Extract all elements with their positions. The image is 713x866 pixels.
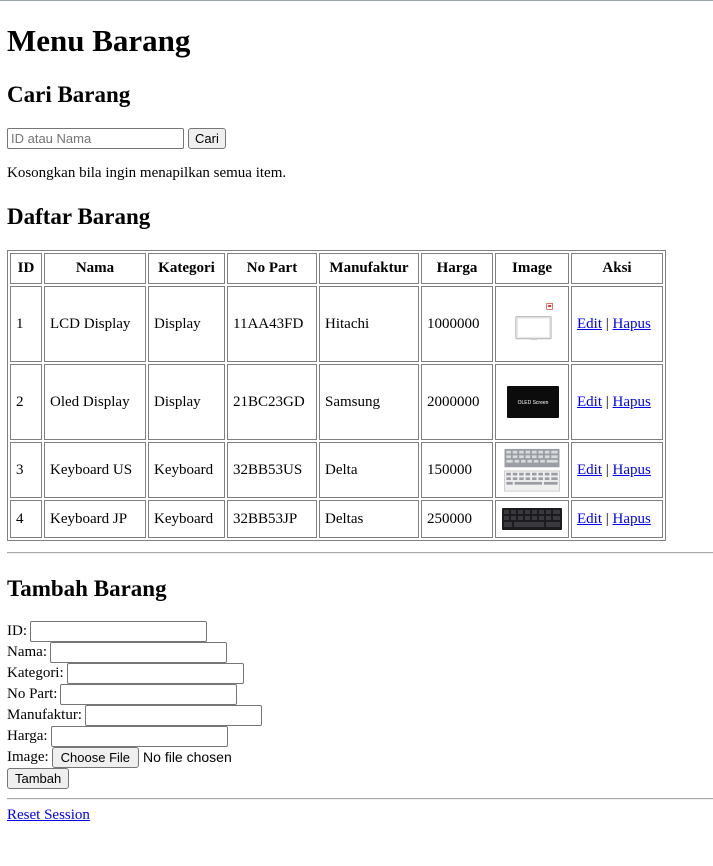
no-part-input[interactable] — [60, 684, 238, 705]
divider — [7, 552, 713, 554]
form-field-harga: Harga: — [7, 726, 228, 747]
cell-image — [495, 500, 569, 538]
field-label: Nama: — [7, 644, 47, 660]
field-label: No Part: — [7, 686, 58, 702]
col-nama: Nama — [44, 253, 146, 284]
col-manufaktur: Manufaktur — [319, 253, 419, 284]
keyboard-icon — [504, 448, 560, 492]
cell-harga: 250000 — [421, 500, 493, 538]
cell-harga: 150000 — [421, 442, 493, 498]
oled-screen-label: OLED Screen — [518, 400, 549, 406]
cell-id: 4 — [10, 500, 42, 538]
action-separator: | — [605, 315, 609, 332]
table-row: 1 LCD Display Display 11AA43FD Hitachi 1… — [10, 286, 663, 362]
edit-link[interactable]: Edit — [577, 462, 602, 478]
col-id: ID — [10, 253, 42, 284]
form-field-id: ID: — [7, 621, 207, 642]
cell-manufaktur: Hitachi — [319, 286, 419, 362]
delete-link[interactable]: Hapus — [613, 394, 651, 410]
field-label: Kategori: — [7, 665, 64, 681]
cell-manufaktur: Delta — [319, 442, 419, 498]
cell-nama: Keyboard US — [44, 442, 146, 498]
items-table: ID Nama Kategori No Part Manufaktur Harg… — [7, 250, 666, 541]
cell-no-part: 21BC23GD — [227, 364, 317, 440]
id-input[interactable] — [30, 621, 207, 642]
add-form-heading: Tambah Barang — [7, 576, 167, 601]
oled-screen-icon: OLED Screen — [507, 386, 559, 418]
cell-aksi: Edit | Hapus — [571, 442, 663, 498]
lcd-panel-icon — [515, 303, 553, 341]
file-status: No file chosen — [143, 749, 232, 765]
cell-harga: 2000000 — [421, 364, 493, 440]
edit-link[interactable]: Edit — [577, 394, 602, 410]
reset-session-link[interactable]: Reset Session — [7, 807, 90, 824]
table-header-row: ID Nama Kategori No Part Manufaktur Harg… — [10, 253, 663, 284]
cell-id: 1 — [10, 286, 42, 362]
cell-nama: LCD Display — [44, 286, 146, 362]
col-image: Image — [495, 253, 569, 284]
manufaktur-input[interactable] — [84, 705, 262, 726]
action-separator: | — [605, 461, 609, 478]
field-label: Harga: — [7, 728, 48, 744]
cell-manufaktur: Samsung — [319, 364, 419, 440]
cell-manufaktur: Deltas — [319, 500, 419, 538]
edit-link[interactable]: Edit — [577, 316, 602, 332]
cell-no-part: 32BB53US — [227, 442, 317, 498]
page-title: Menu Barang — [7, 23, 191, 58]
table-row: 4 Keyboard JP Keyboard 32BB53JP Deltas 2… — [10, 500, 663, 538]
delete-link[interactable]: Hapus — [613, 316, 651, 332]
search-row: Cari — [7, 128, 226, 149]
field-label: Image: — [7, 749, 49, 765]
top-border — [0, 0, 713, 1]
cell-kategori: Display — [148, 364, 225, 440]
field-label: Manufaktur: — [7, 707, 82, 723]
nama-input[interactable] — [49, 642, 227, 663]
form-field-kategori: Kategori: — [7, 663, 244, 684]
cell-harga: 1000000 — [421, 286, 493, 362]
cell-nama: Keyboard JP — [44, 500, 146, 538]
table-row: 3 Keyboard US Keyboard 32BB53US Delta 15… — [10, 442, 663, 498]
col-kategori: Kategori — [148, 253, 225, 284]
cell-no-part: 32BB53JP — [227, 500, 317, 538]
form-field-image: Image: Choose File No file chosen — [7, 747, 232, 768]
keyboard-black-icon — [502, 508, 562, 530]
search-input[interactable] — [7, 128, 184, 149]
cell-id: 2 — [10, 364, 42, 440]
choose-file-button[interactable]: Choose File — [51, 747, 140, 768]
delete-link[interactable]: Hapus — [613, 462, 651, 478]
col-aksi: Aksi — [571, 253, 663, 284]
harga-input[interactable] — [50, 726, 228, 747]
search-button[interactable]: Cari — [188, 128, 226, 149]
form-field-nama: Nama: — [7, 642, 227, 663]
cell-image — [495, 286, 569, 362]
form-submit-row: Tambah — [7, 768, 70, 789]
cell-nama: Oled Display — [44, 364, 146, 440]
cell-image — [495, 442, 569, 498]
form-field-manufaktur: Manufaktur: — [7, 705, 262, 726]
col-no-part: No Part — [227, 253, 317, 284]
cell-no-part: 11AA43FD — [227, 286, 317, 362]
cell-id: 3 — [10, 442, 42, 498]
search-hint: Kosongkan bila ingin menapilkan semua it… — [7, 165, 287, 181]
divider — [7, 798, 713, 800]
add-button[interactable]: Tambah — [7, 768, 70, 789]
table-row: 2 Oled Display Display 21BC23GD Samsung … — [10, 364, 663, 440]
cell-kategori: Keyboard — [148, 442, 225, 498]
cell-image: OLED Screen — [495, 364, 569, 440]
cell-kategori: Display — [148, 286, 225, 362]
kategori-input[interactable] — [66, 663, 244, 684]
search-heading: Cari Barang — [7, 82, 131, 107]
field-label: ID: — [7, 623, 27, 639]
cell-kategori: Keyboard — [148, 500, 225, 538]
cell-aksi: Edit | Hapus — [571, 286, 663, 362]
cell-aksi: Edit | Hapus — [571, 500, 663, 538]
action-separator: | — [605, 393, 609, 410]
cell-aksi: Edit | Hapus — [571, 364, 663, 440]
delete-link[interactable]: Hapus — [613, 511, 651, 527]
col-harga: Harga — [421, 253, 493, 284]
action-separator: | — [605, 510, 609, 527]
list-heading: Daftar Barang — [7, 204, 151, 229]
edit-link[interactable]: Edit — [577, 511, 602, 527]
form-field-no-part: No Part: — [7, 684, 238, 705]
